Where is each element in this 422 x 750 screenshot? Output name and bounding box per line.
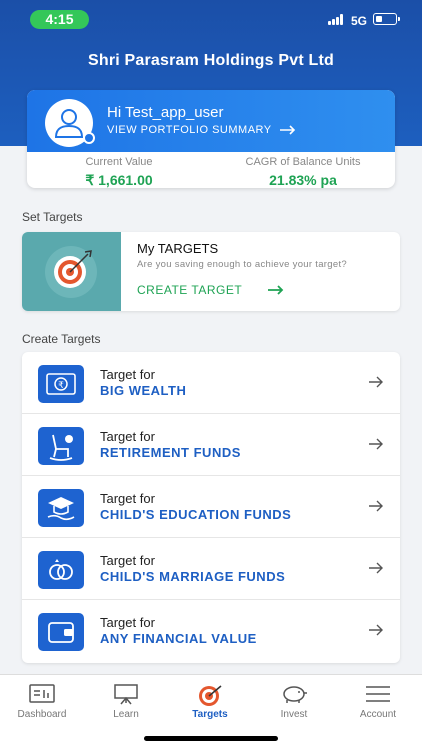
greeting-text: Hi Test_app_user	[107, 104, 224, 121]
tab-label: Dashboard	[17, 709, 67, 720]
target-row-title: BIG WEALTH	[100, 383, 187, 398]
arrow-right-icon	[268, 285, 284, 295]
target-row-retirement[interactable]: Target for RETIREMENT FUNDS	[22, 414, 400, 476]
rings-icon	[38, 551, 84, 589]
arrow-right-icon	[369, 438, 383, 450]
create-target-button[interactable]: CREATE TARGET	[137, 283, 284, 297]
arrow-right-icon	[369, 376, 383, 388]
tab-learn[interactable]: Learn	[84, 675, 168, 731]
current-value-amount: ₹ 1,661.00	[85, 172, 153, 188]
set-targets-heading: Set Targets	[22, 210, 83, 224]
target-row-title: CHILD'S MARRIAGE FUNDS	[100, 569, 286, 584]
view-portfolio-label: VIEW PORTFOLIO SUMMARY	[107, 124, 272, 136]
piggy-bank-icon	[283, 686, 307, 703]
status-bar: 4:15 5G	[0, 0, 422, 40]
my-targets-title: My TARGETS	[137, 241, 219, 256]
create-targets-heading: Create Targets	[22, 332, 101, 346]
target-row-small: Target for	[100, 491, 155, 506]
my-targets-subtitle: Are you saving enough to achieve your ta…	[137, 259, 347, 270]
tab-account[interactable]: Account	[336, 675, 420, 731]
target-row-education[interactable]: Target for CHILD'S EDUCATION FUNDS	[22, 476, 400, 538]
arrow-right-icon	[369, 562, 383, 574]
money-icon: ₹	[38, 365, 84, 403]
profile-banner[interactable]: Hi Test_app_user VIEW PORTFOLIO SUMMARY	[27, 90, 395, 152]
target-row-any-value[interactable]: Target for ANY FINANCIAL VALUE	[22, 600, 400, 662]
target-illustration	[22, 232, 121, 311]
cagr-stat: CAGR of Balance Units 21.83% pa	[211, 156, 395, 188]
home-indicator	[144, 736, 278, 741]
dartboard-icon	[45, 246, 97, 298]
target-row-small: Target for	[100, 615, 155, 630]
status-time: 4:15	[30, 10, 89, 29]
cagr-value: 21.83% pa	[269, 172, 337, 188]
wallet-icon	[38, 613, 84, 651]
signal-icon	[328, 14, 346, 25]
cagr-label: CAGR of Balance Units	[245, 156, 361, 168]
target-row-big-wealth[interactable]: ₹ Target for BIG WEALTH	[22, 352, 400, 414]
tab-label: Learn	[113, 709, 139, 720]
tab-label: Targets	[192, 709, 228, 720]
graduation-cap-icon	[38, 489, 84, 527]
target-row-title: RETIREMENT FUNDS	[100, 445, 241, 460]
tab-targets[interactable]: Targets	[168, 675, 252, 731]
target-row-marriage[interactable]: Target for CHILD'S MARRIAGE FUNDS	[22, 538, 400, 600]
tab-label: Account	[359, 709, 397, 720]
arrow-right-icon	[369, 500, 383, 512]
target-row-title: ANY FINANCIAL VALUE	[100, 631, 257, 646]
menu-icon	[366, 686, 390, 702]
view-portfolio-link[interactable]: VIEW PORTFOLIO SUMMARY	[107, 124, 296, 136]
target-row-small: Target for	[100, 429, 155, 444]
create-target-label: CREATE TARGET	[137, 283, 243, 297]
tab-dashboard[interactable]: Dashboard	[0, 675, 84, 731]
company-name: Shri Parasram Holdings Pvt Ltd	[87, 52, 335, 69]
create-targets-list: ₹ Target for BIG WEALTH Target for RETIR…	[22, 352, 400, 663]
battery-icon	[373, 13, 400, 25]
profile-card[interactable]: Hi Test_app_user VIEW PORTFOLIO SUMMARY …	[27, 90, 395, 188]
presentation-board-icon	[114, 684, 138, 705]
current-value-label: Current Value	[85, 156, 153, 168]
target-row-title: CHILD'S EDUCATION FUNDS	[100, 507, 292, 522]
dashboard-icon	[29, 684, 55, 703]
current-value-stat: Current Value ₹ 1,661.00	[27, 156, 211, 188]
network-type: 5G	[351, 14, 368, 28]
rocking-chair-icon	[38, 427, 84, 465]
arrow-right-icon	[279, 125, 295, 135]
arrow-right-icon	[369, 624, 383, 636]
svg-text:₹: ₹	[58, 381, 64, 391]
avatar-status-dot	[83, 132, 95, 144]
target-row-small: Target for	[100, 367, 155, 382]
target-row-small: Target for	[100, 553, 155, 568]
target-icon	[199, 685, 222, 706]
tab-invest[interactable]: Invest	[252, 675, 336, 731]
tab-label: Invest	[280, 709, 308, 720]
my-targets-card[interactable]: My TARGETS Are you saving enough to achi…	[22, 232, 400, 311]
